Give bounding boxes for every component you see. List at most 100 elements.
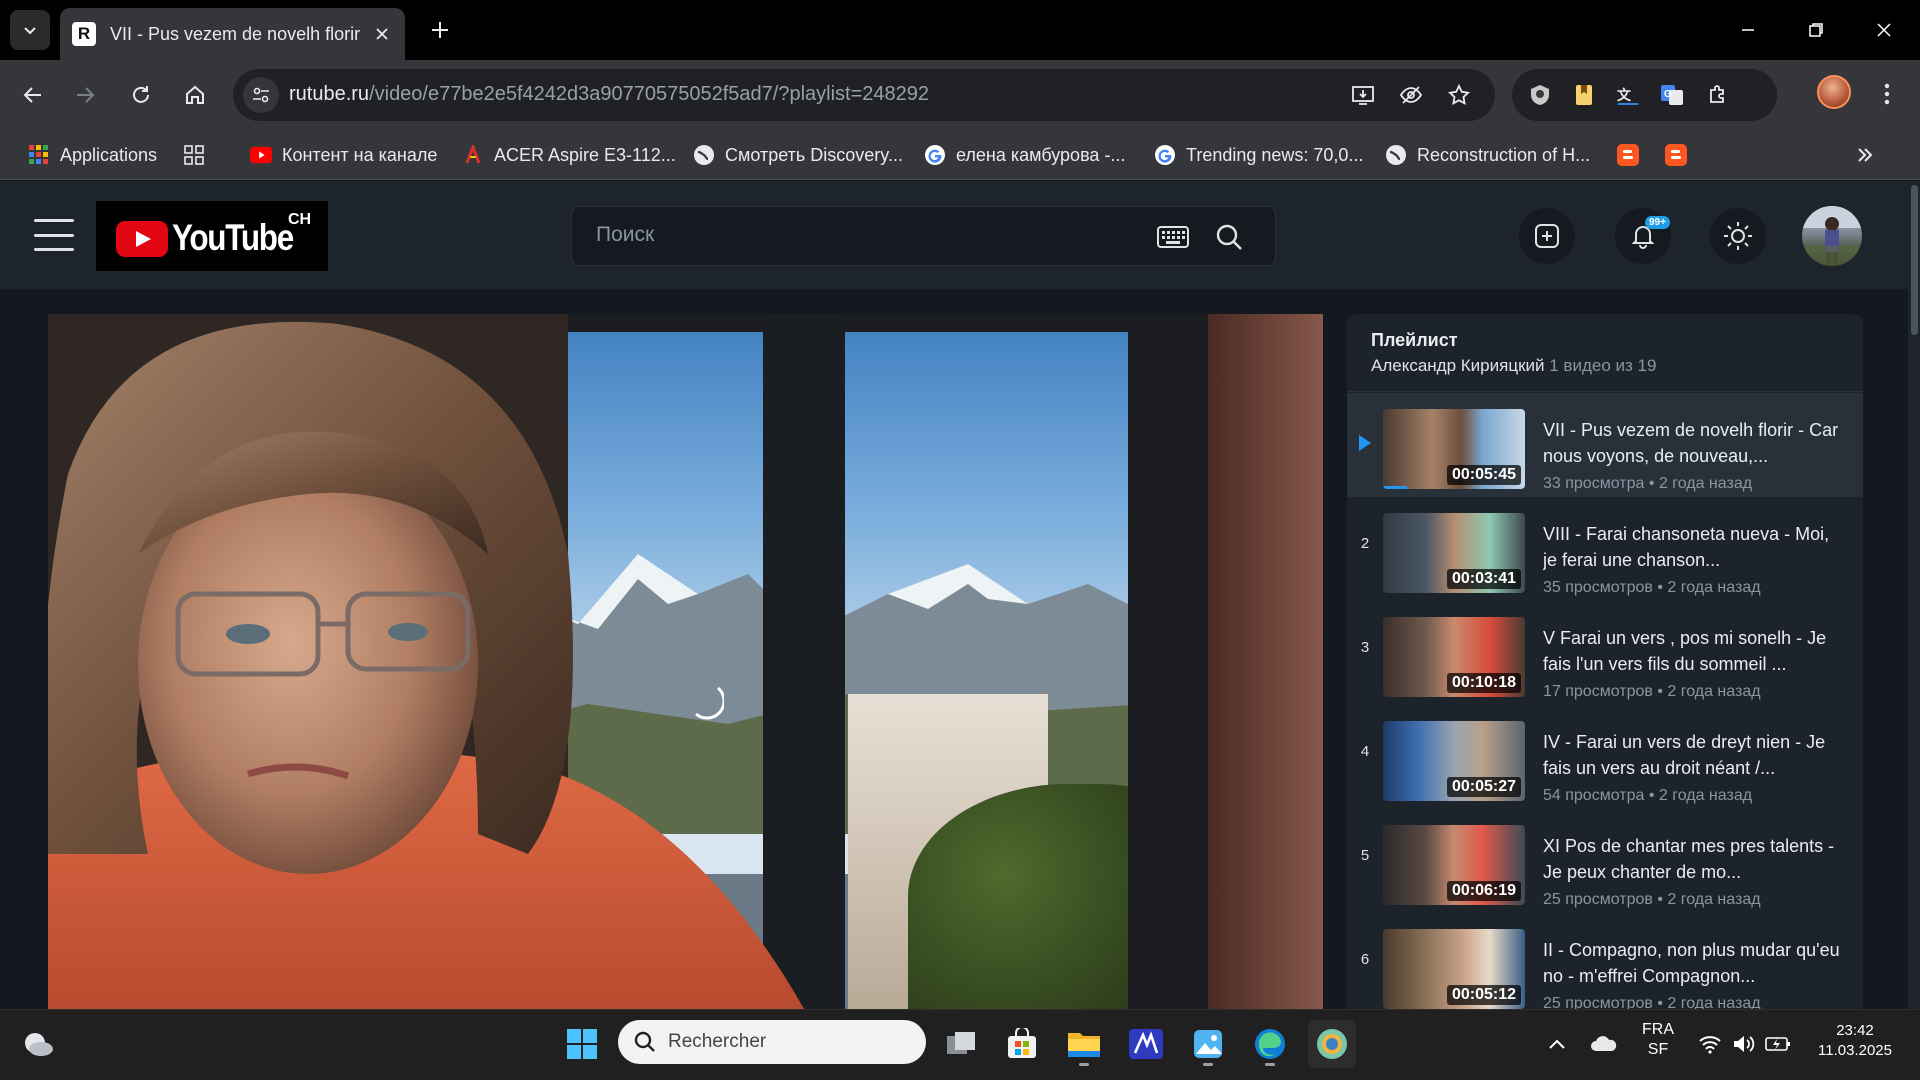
back-button[interactable] bbox=[13, 75, 53, 115]
arrow-right-icon bbox=[77, 87, 95, 103]
new-tab-button[interactable] bbox=[424, 14, 456, 46]
video-thumbnail: 00:05:12 bbox=[1383, 929, 1525, 1009]
task-view-icon[interactable] bbox=[937, 1020, 985, 1068]
playlist-title: Плейлист bbox=[1371, 330, 1458, 350]
playlist-item[interactable]: 4 00:05:27 IV - Farai un vers de dreyt n… bbox=[1347, 705, 1863, 809]
video-player[interactable] bbox=[48, 314, 1323, 1009]
bookmark-extension-icon[interactable] bbox=[1570, 81, 1598, 109]
show-hidden-icons-icon[interactable] bbox=[1535, 1020, 1579, 1068]
playlist-item[interactable]: 00:05:45 VII - Pus vezem de novelh flori… bbox=[1347, 393, 1863, 497]
bookmark-reconstruction[interactable]: Reconstruction of H... bbox=[1385, 140, 1590, 170]
puzzle-extensions-icon[interactable] bbox=[1704, 81, 1732, 109]
google-translate-icon[interactable]: G bbox=[1658, 81, 1686, 109]
theme-toggle-button[interactable] bbox=[1710, 208, 1766, 264]
keyboard-language-indicator[interactable]: FRA SF bbox=[1634, 1020, 1682, 1060]
bookmark-acer[interactable]: ACER Aspire E3-112... bbox=[462, 140, 676, 170]
onedrive-icon[interactable] bbox=[1582, 1020, 1626, 1068]
video-title: VII - Pus vezem de novelh florir - Car n… bbox=[1543, 420, 1839, 466]
playlist-author[interactable]: Александр Кирияцкий bbox=[1371, 356, 1545, 375]
page-scrollbar[interactable] bbox=[1908, 181, 1920, 1009]
video-thumbnail: 00:05:45 bbox=[1383, 409, 1525, 489]
apps-grid-icon bbox=[28, 144, 50, 166]
sun-icon bbox=[1724, 222, 1752, 250]
profile-avatar-icon[interactable] bbox=[1817, 75, 1851, 109]
microsoft-store-icon[interactable] bbox=[998, 1020, 1046, 1068]
youtube-icon bbox=[250, 144, 272, 166]
playlist-item[interactable]: 6 00:05:12 II - Compagno, non plus mudar… bbox=[1347, 913, 1863, 1009]
globe-icon bbox=[693, 144, 715, 166]
address-bar[interactable]: rutube.ru/video/e77be2e5f4242d3a90770575… bbox=[233, 69, 1495, 121]
bookmark-applications[interactable]: Applications bbox=[28, 140, 157, 170]
scrollbar-thumb[interactable] bbox=[1911, 185, 1918, 335]
playlist-item[interactable]: 3 00:10:18 V Farai un vers , pos mi sone… bbox=[1347, 601, 1863, 705]
video-meta: 54 просмотра • 2 года назад bbox=[1543, 787, 1753, 804]
video-thumbnail: 00:05:27 bbox=[1383, 721, 1525, 801]
site-logo[interactable]: YouTube CH bbox=[96, 201, 328, 271]
install-app-icon[interactable] bbox=[1349, 81, 1377, 109]
restore-window-button[interactable] bbox=[1792, 8, 1840, 52]
video-duration: 00:05:12 bbox=[1446, 985, 1521, 1005]
home-button[interactable] bbox=[175, 75, 215, 115]
tab-search-button[interactable] bbox=[10, 10, 50, 50]
close-icon bbox=[1877, 23, 1891, 37]
clock[interactable]: 23:42 11.03.2025 bbox=[1800, 1021, 1910, 1061]
google-icon bbox=[924, 144, 946, 166]
reload-button[interactable] bbox=[121, 75, 161, 115]
keyboard-icon[interactable] bbox=[1156, 223, 1190, 251]
close-tab-icon[interactable] bbox=[371, 23, 393, 45]
close-window-button[interactable] bbox=[1860, 8, 1908, 52]
playlist-position: 1 видео из 19 bbox=[1549, 356, 1657, 375]
photos-app-icon[interactable] bbox=[1184, 1020, 1232, 1068]
file-explorer-icon[interactable] bbox=[1060, 1020, 1108, 1068]
loading-spinner-icon bbox=[695, 686, 724, 720]
playlist-item-index: 4 bbox=[1360, 743, 1370, 760]
site-info-button[interactable] bbox=[243, 77, 279, 113]
start-button[interactable] bbox=[558, 1020, 606, 1068]
url-text[interactable]: rutube.ru/video/e77be2e5f4242d3a90770575… bbox=[289, 83, 929, 106]
active-tab[interactable]: R VII - Pus vezem de novelh florir - Car… bbox=[60, 8, 405, 60]
upload-video-button[interactable] bbox=[1519, 208, 1575, 264]
bookmarks-bar: Applications Контент на канале ACER Aspi… bbox=[0, 130, 1920, 294]
user-avatar[interactable] bbox=[1802, 206, 1862, 266]
watch-progress-bar bbox=[1383, 486, 1407, 489]
shield-extension-icon[interactable] bbox=[1526, 81, 1554, 109]
bookmark-trending[interactable]: Trending news: 70,0... bbox=[1154, 140, 1363, 170]
eye-off-icon[interactable] bbox=[1397, 81, 1425, 109]
forward-button[interactable] bbox=[65, 75, 105, 115]
playlist-item-index: 3 bbox=[1360, 639, 1370, 656]
bookmark-blogger-2[interactable] bbox=[1665, 140, 1687, 170]
tab-groups-button[interactable] bbox=[183, 140, 205, 170]
taskbar-search[interactable]: Rechercher bbox=[618, 1020, 926, 1064]
more-bookmarks-button[interactable] bbox=[1854, 140, 1876, 170]
m-app-icon[interactable] bbox=[1122, 1020, 1170, 1068]
home-icon bbox=[186, 85, 204, 104]
playlist-header: Плейлист Александр Кирияцкий 1 видео из … bbox=[1347, 314, 1863, 392]
translate-extension-icon[interactable]: 文 bbox=[1614, 81, 1642, 109]
playlist-item[interactable]: 5 00:06:19 XI Pos de chantar mes pres ta… bbox=[1347, 809, 1863, 913]
search-icon bbox=[634, 1031, 655, 1052]
playlist-panel: Плейлист Александр Кирияцкий 1 видео из … bbox=[1347, 314, 1863, 1009]
bookmark-blogger-1[interactable] bbox=[1617, 140, 1639, 170]
edge-browser-icon[interactable] bbox=[1246, 1020, 1294, 1068]
tab-title: VII - Pus vezem de novelh florir - Car n… bbox=[110, 23, 360, 44]
hamburger-menu-icon[interactable] bbox=[34, 219, 74, 251]
notifications-button[interactable]: 99+ bbox=[1615, 208, 1671, 264]
search-icon[interactable] bbox=[1213, 221, 1245, 253]
playlist-item-index: 5 bbox=[1360, 847, 1370, 864]
weather-widget-icon[interactable] bbox=[14, 1020, 62, 1068]
video-title: XI Pos de chantar mes pres talents - Je … bbox=[1543, 836, 1835, 882]
globe-icon bbox=[1385, 144, 1407, 166]
chrome-browser-icon[interactable] bbox=[1308, 1020, 1356, 1068]
minimize-window-button[interactable] bbox=[1724, 8, 1772, 52]
battery-charging-icon[interactable] bbox=[1758, 1020, 1798, 1068]
bookmark-kontent[interactable]: Контент на канале bbox=[250, 140, 437, 170]
windows-taskbar: Rechercher FRA SF 23:42 11.03.2025 bbox=[0, 1009, 1920, 1080]
bookmark-discovery[interactable]: Смотреть Discovery... bbox=[693, 140, 903, 170]
playlist-item[interactable]: 2 00:03:41 VIII - Farai chansoneta nueva… bbox=[1347, 497, 1863, 601]
bookmark-star-icon[interactable] bbox=[1445, 81, 1473, 109]
browser-menu-button[interactable] bbox=[1873, 77, 1901, 111]
video-meta: 25 просмотров • 2 года назад bbox=[1543, 891, 1761, 908]
search-input[interactable] bbox=[596, 223, 1136, 247]
bookmark-kamburova[interactable]: елена камбурова -... bbox=[924, 140, 1125, 170]
site-header: YouTube CH 99+ bbox=[0, 181, 1908, 289]
